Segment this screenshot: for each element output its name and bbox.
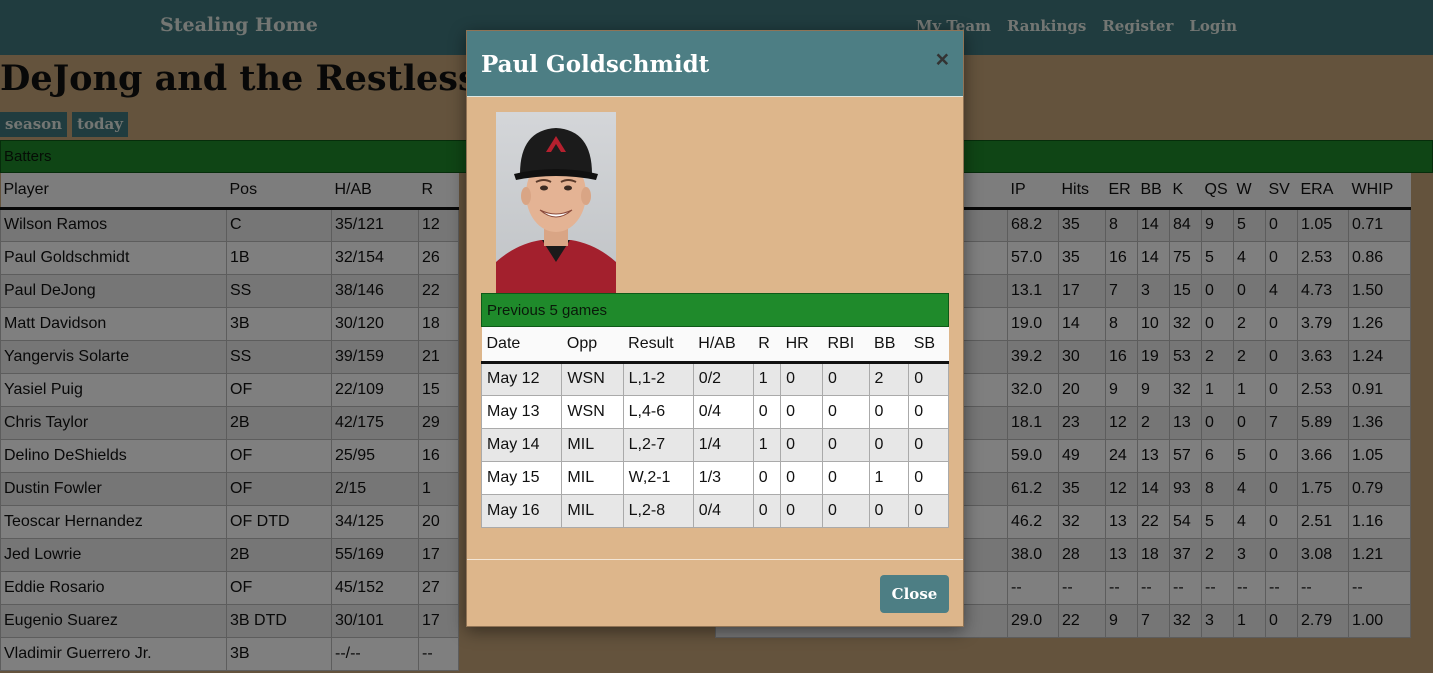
recent-games-table: Date Opp Result H/AB R HR RBI BB SB May 12 WSN L,1… bbox=[480, 327, 949, 528]
game-cell: 1 bbox=[752, 427, 782, 462]
game-cell: 0 bbox=[868, 427, 910, 462]
game-row: May 14 MIL L,2-7 1/4 1 0 0 0 0 bbox=[480, 427, 949, 462]
modal-header: Paul Goldschmidt × bbox=[467, 31, 963, 97]
recent-games-header: Previous 5 games bbox=[481, 293, 949, 327]
game-cell: MIL bbox=[561, 427, 624, 462]
game-row: May 13 WSN L,4-6 0/4 0 0 0 0 0 bbox=[480, 394, 949, 429]
game-cell: May 13 bbox=[480, 394, 563, 429]
game-cell: 0 bbox=[780, 394, 824, 429]
game-cell: 0 bbox=[752, 460, 782, 495]
game-cell: 0 bbox=[868, 394, 910, 429]
game-cell: May 16 bbox=[480, 493, 563, 528]
column-header: R bbox=[753, 327, 781, 364]
game-cell: MIL bbox=[561, 493, 624, 528]
game-cell: 0 bbox=[752, 493, 782, 528]
game-cell: 0 bbox=[822, 394, 870, 429]
game-row: May 15 MIL W,2-1 1/3 0 0 0 1 0 bbox=[480, 460, 949, 495]
close-icon[interactable]: × bbox=[936, 48, 949, 71]
game-cell: 0/4 bbox=[692, 493, 754, 528]
game-cell: W,2-1 bbox=[622, 460, 694, 495]
game-cell: May 12 bbox=[480, 361, 563, 396]
game-cell: 0 bbox=[822, 493, 870, 528]
game-cell: 0 bbox=[822, 460, 870, 495]
game-cell: May 15 bbox=[480, 460, 563, 495]
game-row: May 16 MIL L,2-8 0/4 0 0 0 0 0 bbox=[480, 493, 949, 528]
column-header: RBI bbox=[822, 327, 870, 364]
game-cell: 0 bbox=[780, 493, 824, 528]
column-header: HR bbox=[780, 327, 823, 364]
player-photo bbox=[496, 112, 616, 293]
game-cell: 0 bbox=[908, 460, 949, 495]
player-modal: Paul Goldschmidt × Previous 5 games Date… bbox=[466, 30, 964, 627]
game-cell: 0 bbox=[908, 394, 949, 429]
modal-title: Paul Goldschmidt bbox=[481, 51, 710, 78]
game-cell: 0 bbox=[780, 460, 824, 495]
column-header: H/AB bbox=[693, 327, 754, 364]
recent-games-label: Previous 5 games bbox=[487, 302, 608, 319]
modal-footer-divider bbox=[467, 559, 963, 560]
game-cell: WSN bbox=[561, 394, 624, 429]
game-cell: 0 bbox=[822, 361, 870, 396]
game-cell: L,2-8 bbox=[622, 493, 694, 528]
column-header: BB bbox=[869, 327, 909, 364]
game-cell: 0/2 bbox=[692, 361, 754, 396]
game-cell: 0 bbox=[908, 493, 949, 528]
column-header: Result bbox=[623, 327, 694, 364]
game-cell: 0 bbox=[780, 361, 824, 396]
game-cell: 0/4 bbox=[692, 394, 754, 429]
game-cell: 0 bbox=[780, 427, 824, 462]
game-cell: May 14 bbox=[480, 427, 563, 462]
game-cell: L,1-2 bbox=[622, 361, 694, 396]
game-cell: 0 bbox=[822, 427, 870, 462]
game-cell: 0 bbox=[868, 493, 910, 528]
game-cell: 1/4 bbox=[692, 427, 754, 462]
game-cell: MIL bbox=[561, 460, 624, 495]
game-row: May 12 WSN L,1-2 0/2 1 0 0 2 0 bbox=[480, 361, 949, 396]
game-cell: 2 bbox=[868, 361, 910, 396]
game-cell: 0 bbox=[752, 394, 782, 429]
game-cell: 1 bbox=[868, 460, 910, 495]
close-button[interactable]: Close bbox=[880, 575, 949, 613]
game-cell: L,4-6 bbox=[622, 394, 694, 429]
column-header: Date bbox=[481, 327, 562, 364]
game-cell: 1/3 bbox=[692, 460, 754, 495]
game-cell: 0 bbox=[908, 361, 949, 396]
game-cell: L,2-7 bbox=[622, 427, 694, 462]
column-header: SB bbox=[908, 327, 949, 364]
game-cell: 1 bbox=[752, 361, 782, 396]
game-cell: 0 bbox=[908, 427, 949, 462]
column-header: Opp bbox=[561, 327, 624, 364]
game-cell: WSN bbox=[561, 361, 624, 396]
